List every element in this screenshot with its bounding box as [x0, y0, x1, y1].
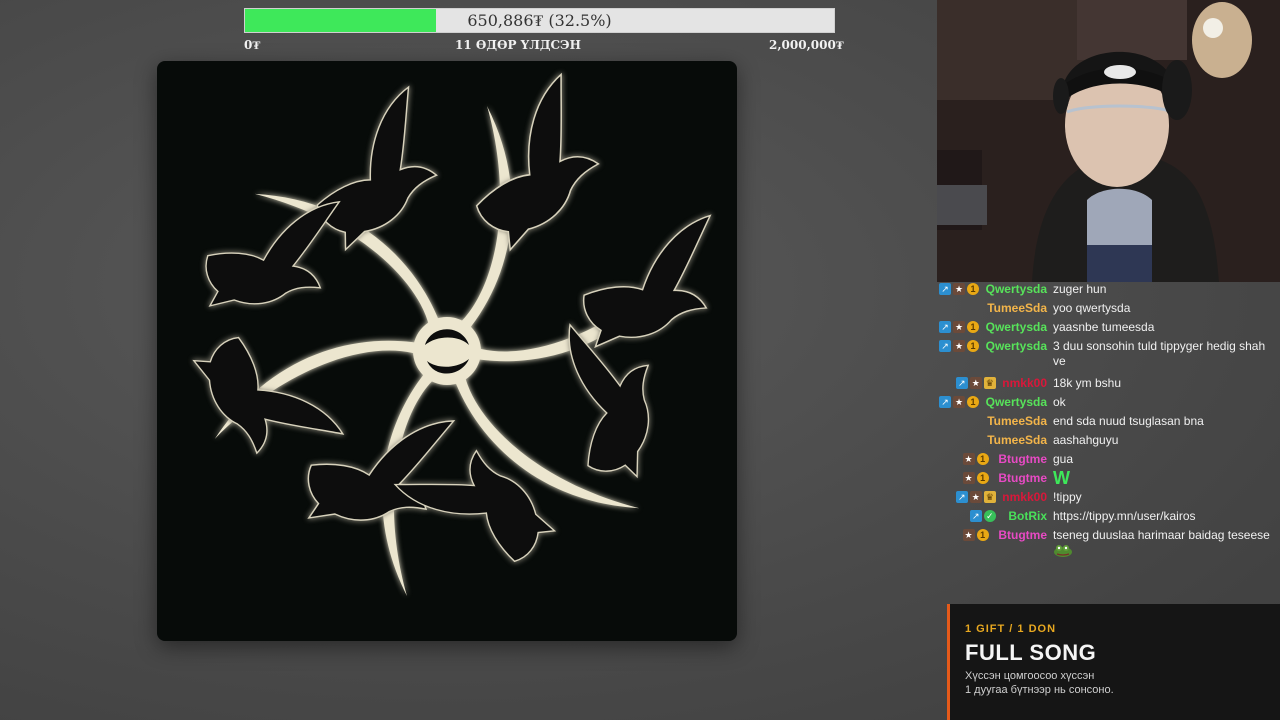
chat-message-text: yaasnbe tumeesda [1053, 320, 1155, 334]
chat-message-text: 3 duu sonsohin tuld tippyger hedig shah … [1053, 339, 1266, 368]
chat-username[interactable]: Btugtme [937, 528, 1047, 543]
arrow-badge-icon: ↗ [955, 491, 968, 503]
crown-badge-icon: ♛ [983, 491, 996, 503]
chat-message-text: zuger hun [1053, 282, 1107, 296]
streamer-camera-image [937, 0, 1280, 282]
promo-title: FULL SONG [965, 640, 1097, 665]
chat-message-text: 18k ym bshu [1053, 376, 1122, 390]
coin-badge-icon: 1 [967, 340, 979, 352]
donation-goal-amount: 650,886₮ (32.5%) [467, 10, 612, 30]
chat-badges: ↗ ★ 1 [939, 321, 979, 334]
arrow-badge-icon: ↗ [969, 510, 982, 522]
chat-message-text: gua [1053, 452, 1074, 466]
chat-message-text: W [1053, 468, 1275, 488]
chat-username[interactable]: Btugtme [937, 452, 1047, 467]
sub-badge-icon: ★ [953, 340, 965, 352]
album-art-graphic [190, 72, 716, 596]
chat-username[interactable]: TumeeSda [937, 433, 1047, 448]
chat-message-text[interactable]: https://tippy.mn/user/kairos [1053, 509, 1275, 524]
chat-message-text: ok [1053, 395, 1066, 409]
chat-message-text: end sda nuud tsuglasan bna [1053, 414, 1204, 428]
frog-emote-icon [1053, 543, 1073, 557]
check-badge-icon: ✓ [983, 510, 996, 522]
webcam-feed [937, 0, 1280, 282]
coin-badge-icon: 1 [976, 472, 989, 484]
chat-badges: ★ 1 [962, 529, 989, 542]
chat-username[interactable]: TumeeSda [937, 414, 1047, 429]
crown-badge-icon: ♛ [983, 377, 996, 389]
chat-username[interactable]: Btugtme [937, 471, 1047, 486]
coin-badge-icon: 1 [976, 529, 989, 541]
chat-badges: ★ 1 [962, 453, 989, 466]
sub-badge-icon: ★ [953, 283, 965, 295]
arrow-badge-icon: ↗ [939, 321, 951, 333]
chat-badges: ↗ ★ ♛ [955, 377, 996, 390]
chat-message-text: aashahguyu [1053, 433, 1119, 447]
album-art [157, 61, 737, 641]
chat-message-text: tseneg duuslaa harimaar baidag teseese [1053, 528, 1270, 542]
promo-eyebrow: 1 GIFT / 1 DON [965, 623, 1057, 635]
goal-min-label: 0₮ [244, 38, 261, 52]
coin-badge-icon: 1 [967, 321, 979, 333]
sub-badge-icon: ★ [962, 529, 975, 541]
arrow-badge-icon: ↗ [939, 283, 951, 295]
chat-badges: ↗ ✓ [969, 510, 996, 523]
spiral-symbol [202, 106, 692, 596]
arrow-badge-icon: ↗ [939, 396, 951, 408]
chat-badges: ★ 1 [962, 472, 989, 485]
arrow-badge-icon: ↗ [955, 377, 968, 389]
sub-badge-icon: ★ [953, 321, 965, 333]
donation-goal-bar: 650,886₮ (32.5%) [244, 8, 835, 33]
promo-line-2: 1 дуугаа бүтнээр нь сонсоно. [965, 684, 1114, 696]
coin-badge-icon: 1 [976, 453, 989, 465]
chat-username[interactable]: TumeeSda [937, 301, 1047, 316]
arrow-badge-icon: ↗ [939, 340, 951, 352]
sub-badge-icon: ★ [953, 396, 965, 408]
coin-badge-icon: 1 [967, 283, 979, 295]
sub-badge-icon: ★ [969, 491, 982, 503]
chat-message-text: !tippy [1053, 490, 1082, 504]
chat-badges: ↗ ★ 1 [939, 396, 979, 409]
chat-badges: ↗ ★ 1 [939, 283, 979, 296]
chat-badges: ↗ ★ ♛ [955, 491, 996, 504]
sub-badge-icon: ★ [962, 453, 975, 465]
goal-days-left-label: 11 ӨДӨР ҮЛДСЭН [455, 38, 581, 52]
sub-badge-icon: ★ [962, 472, 975, 484]
goal-max-label: 2,000,000₮ [769, 38, 844, 52]
sub-badge-icon: ★ [969, 377, 982, 389]
w-emote: W [1053, 468, 1070, 488]
chat-badges: ↗ ★ 1 [939, 340, 979, 353]
coin-badge-icon: 1 [967, 396, 979, 408]
full-song-promo-card: 1 GIFT / 1 DON FULL SONG Хүссэн цомгоосо… [947, 604, 1280, 720]
chat-message-text: yoo qwertysda [1053, 301, 1131, 315]
promo-line-1: Хүссэн цомгоосоо хүссэн [965, 670, 1095, 682]
